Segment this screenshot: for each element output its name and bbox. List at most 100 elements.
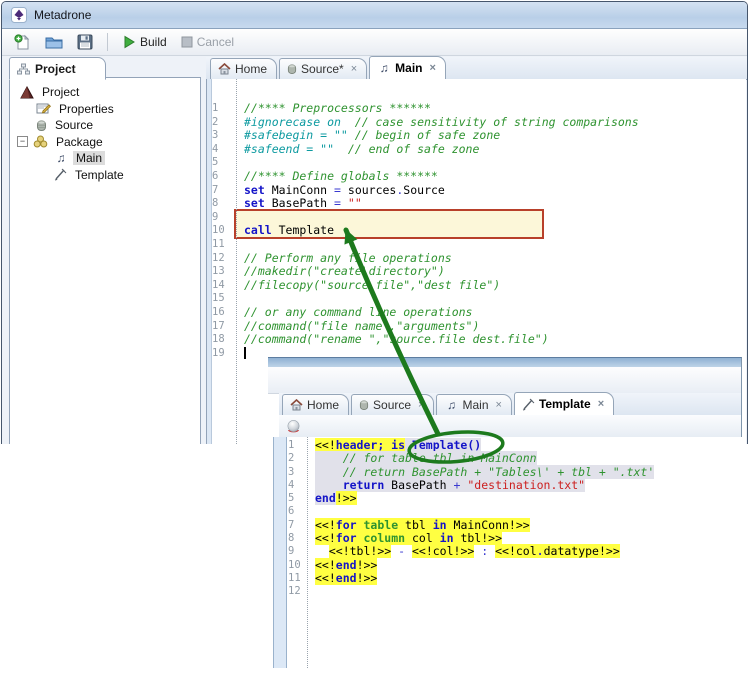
code-line[interactable]: <<!tbl!>> - <<!col!>> : <<!col.datatype!…: [315, 545, 742, 558]
tab-main[interactable]: ♫ Main ×: [436, 394, 511, 415]
code-line[interactable]: //**** Define globals ******: [244, 170, 746, 184]
code-token: [341, 196, 348, 210]
code-line[interactable]: [315, 585, 742, 598]
line-number: 18: [212, 333, 236, 347]
quill-icon: [54, 168, 67, 181]
cancel-button[interactable]: Cancel: [177, 33, 238, 51]
code-token: // case sensitivity of string comparison…: [341, 115, 639, 129]
tree-item-main[interactable]: ♫ Main: [10, 150, 200, 167]
close-icon[interactable]: ×: [598, 399, 604, 409]
code-line[interactable]: <<!end!>>: [315, 572, 742, 585]
build-label: Build: [140, 35, 167, 49]
code-line[interactable]: [244, 211, 746, 225]
code-line[interactable]: <<!for table tbl in MainConn!>>: [315, 519, 742, 532]
tab-source[interactable]: Source ×: [351, 394, 434, 415]
code-line[interactable]: // for table tbl in MainConn: [315, 452, 742, 465]
line-number: 11: [288, 572, 306, 585]
code-token: // Perform any file operations: [244, 251, 452, 265]
close-icon[interactable]: ×: [351, 64, 357, 74]
tab-label: Source: [373, 398, 411, 412]
database-icon: [287, 63, 297, 75]
line-number: 1: [288, 439, 306, 452]
sphere-icon[interactable]: [285, 418, 302, 435]
toolbar-separator: [107, 33, 108, 51]
project-icon: [20, 86, 34, 99]
code-line[interactable]: <<!for column col in tbl!>>: [315, 532, 742, 545]
code-token: //command("rename ","source.file dest.fi…: [244, 332, 549, 346]
code-line[interactable]: //command("file name","arguments"): [244, 320, 746, 334]
code-token: col: [405, 531, 440, 545]
code-line[interactable]: [315, 505, 742, 518]
code-token: [357, 518, 364, 532]
code-token: !>>: [357, 558, 378, 572]
code-token: //filecopy("source file","dest file"): [244, 278, 500, 292]
code-line[interactable]: <<!header; is Template(): [315, 439, 742, 452]
tab-template[interactable]: Template ×: [514, 392, 614, 415]
line-number: 12: [212, 252, 236, 266]
code-token: !>>: [357, 571, 378, 585]
open-folder-icon: [45, 34, 63, 50]
code-line[interactable]: //filecopy("source file","dest file"): [244, 279, 746, 293]
tab-project-label: Project: [35, 62, 76, 76]
line-number: 7: [212, 184, 236, 198]
tab-home[interactable]: Home: [282, 394, 349, 415]
code-line[interactable]: // return BasePath + "Tables\' + tbl + "…: [315, 466, 742, 479]
close-icon[interactable]: ×: [418, 400, 424, 410]
code-line[interactable]: end!>>: [315, 492, 742, 505]
close-icon[interactable]: ×: [496, 400, 502, 410]
tab-project[interactable]: Project: [9, 57, 106, 80]
code-line[interactable]: //command("rename ","source.file dest.fi…: [244, 333, 746, 347]
tab-source[interactable]: Source* ×: [279, 58, 367, 79]
line-number: 5: [288, 492, 306, 505]
code-line[interactable]: // Perform any file operations: [244, 252, 746, 266]
package-icon: [33, 135, 48, 148]
window-title: Metadrone: [34, 8, 91, 22]
open-button[interactable]: [41, 32, 67, 52]
line-number: 10: [212, 224, 236, 238]
build-button[interactable]: Build: [118, 33, 171, 51]
code-line[interactable]: [244, 292, 746, 306]
line-number: 6: [212, 170, 236, 184]
line-number: 17: [212, 320, 236, 334]
tree-item-source[interactable]: Source: [10, 117, 200, 134]
save-button[interactable]: [73, 32, 97, 52]
code-token: // end of safe zone: [348, 142, 480, 156]
code-area[interactable]: <<!header; is Template() // for table tb…: [307, 437, 742, 668]
code-line[interactable]: [244, 156, 746, 170]
template-code-editor[interactable]: 123456789101112 <<!header; is Template()…: [268, 437, 742, 668]
code-token: for: [336, 518, 357, 532]
splitter-strip[interactable]: [273, 437, 287, 668]
build-play-icon: [122, 35, 136, 49]
code-line[interactable]: return BasePath + "destination.txt": [315, 479, 742, 492]
line-number: 2: [212, 116, 236, 130]
code-token: .: [537, 544, 544, 558]
code-line[interactable]: call Template: [244, 224, 746, 238]
new-file-button[interactable]: [10, 32, 35, 53]
tab-home[interactable]: Home: [210, 58, 277, 79]
code-line[interactable]: #safebegin = "" // begin of safe zone: [244, 129, 746, 143]
code-token: set: [244, 196, 265, 210]
code-line[interactable]: set MainConn = sources.Source: [244, 184, 746, 198]
tree-item-package[interactable]: − Package: [10, 134, 200, 151]
code-line[interactable]: [244, 238, 746, 252]
code-token: <<!: [315, 438, 336, 452]
close-icon[interactable]: ×: [430, 63, 436, 73]
code-line[interactable]: set BasePath = "": [244, 197, 746, 211]
tree-item-properties[interactable]: Properties: [10, 101, 200, 118]
code-token: BasePath: [384, 478, 453, 492]
code-line[interactable]: //makedir("create\directory"): [244, 265, 746, 279]
tree-item-template[interactable]: Template: [10, 167, 200, 184]
collapse-expander-icon[interactable]: −: [17, 136, 28, 147]
title-bar[interactable]: Metadrone: [2, 2, 747, 29]
code-token: Template: [272, 223, 334, 237]
code-line[interactable]: // or any command line operations: [244, 306, 746, 320]
cancel-label: Cancel: [197, 35, 234, 49]
app-icon: [11, 7, 27, 23]
tab-main[interactable]: ♫ Main ×: [369, 56, 446, 79]
line-number: 12: [288, 585, 306, 598]
code-line[interactable]: //**** Preprocessors ******: [244, 102, 746, 116]
code-line[interactable]: <<!end!>>: [315, 559, 742, 572]
code-line[interactable]: #ignorecase on // case sensitivity of st…: [244, 116, 746, 130]
tree-item-project[interactable]: Project: [10, 84, 200, 101]
code-line[interactable]: #safeend = "" // end of safe zone: [244, 143, 746, 157]
